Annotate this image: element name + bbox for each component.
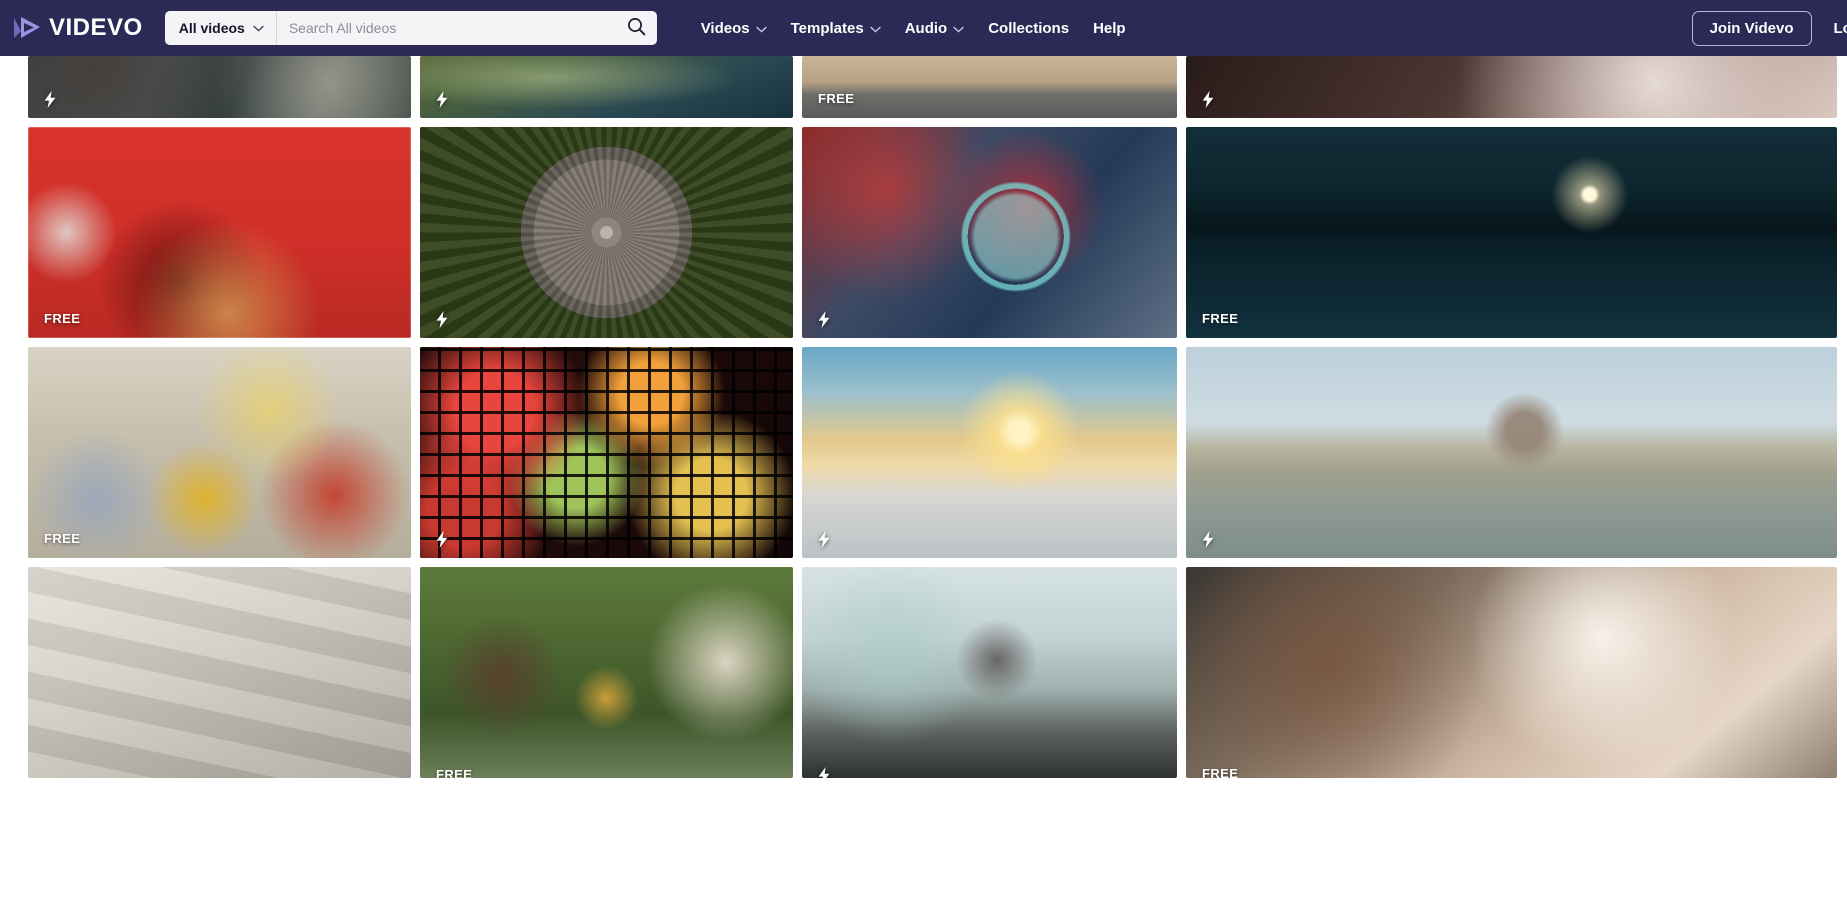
premium-badge	[1202, 531, 1214, 548]
search-input[interactable]	[276, 11, 617, 45]
lightning-bolt-icon	[1202, 531, 1214, 548]
tile-clock-hologram[interactable]	[802, 127, 1177, 338]
grid-row: FREE	[28, 347, 1837, 558]
premium-badge	[1202, 91, 1214, 108]
lightning-bolt-icon	[818, 311, 830, 328]
tile-office-stairs[interactable]	[28, 567, 411, 778]
lightning-bolt-icon	[436, 311, 448, 328]
tile-stadium-aerial[interactable]	[420, 127, 793, 338]
site-header: VIDEVO All videos Videos Tem	[0, 0, 1847, 56]
thumbnail-image	[28, 56, 411, 118]
thumbnail-image	[1186, 127, 1837, 338]
lightning-bolt-icon	[436, 91, 448, 108]
search-category-label: All videos	[178, 20, 245, 36]
premium-badge	[44, 91, 56, 108]
tile-knit-fabric[interactable]	[28, 56, 411, 118]
tile-friends-street[interactable]: FREE	[28, 347, 411, 558]
premium-badge	[436, 91, 448, 108]
chevron-down-icon	[253, 19, 264, 37]
free-badge: FREE	[44, 531, 81, 546]
search-submit-button[interactable]	[617, 11, 657, 45]
thumbnail-image	[420, 56, 793, 118]
thumbnail-image	[802, 567, 1177, 778]
premium-badge	[436, 311, 448, 328]
tile-walking-road[interactable]: FREE	[802, 56, 1177, 118]
thumbnail-image	[802, 347, 1177, 558]
thumbnail-image	[420, 127, 793, 338]
tile-red-abstract[interactable]: FREE	[28, 127, 411, 338]
thumbnail-image	[802, 56, 1177, 118]
video-results-grid: FREE FREE FREE FREE FREE FREE	[0, 56, 1847, 778]
thumbnail-image	[1186, 567, 1837, 778]
grid-row: FREE	[28, 56, 1837, 118]
login-link[interactable]: Log	[1834, 20, 1847, 37]
premium-badge	[436, 531, 448, 548]
nav-item-audio[interactable]: Audio	[905, 20, 965, 37]
main-navigation: Videos Templates Audio Collections Help	[701, 20, 1126, 37]
nav-item-collections[interactable]: Collections	[988, 20, 1069, 37]
tile-friends-park[interactable]: FREE	[420, 567, 793, 778]
play-triangle-icon	[12, 14, 42, 42]
free-badge: FREE	[436, 767, 473, 778]
tile-aerial-river[interactable]	[420, 56, 793, 118]
thumbnail-image	[1186, 56, 1837, 118]
nav-item-templates[interactable]: Templates	[791, 20, 881, 37]
logo-wordmark: VIDEVO	[49, 14, 143, 41]
lightning-bolt-icon	[44, 91, 56, 108]
nav-label-help: Help	[1093, 19, 1126, 37]
premium-badge	[818, 767, 830, 778]
tile-mont-saint-michel[interactable]	[1186, 347, 1837, 558]
thumbnail-image	[802, 127, 1177, 338]
search-bar: All videos	[164, 11, 657, 45]
videvo-logo[interactable]: VIDEVO	[10, 14, 143, 42]
lightning-bolt-icon	[1202, 91, 1214, 108]
tile-sunset-clouds[interactable]	[802, 347, 1177, 558]
chevron-down-icon	[755, 20, 767, 37]
premium-badge	[818, 311, 830, 328]
nav-label-audio: Audio	[904, 19, 948, 37]
thumbnail-image	[1186, 347, 1837, 558]
nav-label-videos: Videos	[700, 19, 750, 37]
grid-row: FREE FREE	[28, 127, 1837, 338]
thumbnail-image	[28, 127, 411, 338]
tile-neck-pain[interactable]: FREE	[1186, 567, 1837, 778]
join-videvo-button[interactable]: Join Videvo	[1691, 10, 1812, 46]
tile-moon-over-sea[interactable]: FREE	[1186, 127, 1837, 338]
free-badge: FREE	[1202, 766, 1239, 778]
free-badge: FREE	[1202, 311, 1239, 326]
chevron-down-icon	[870, 20, 881, 37]
nav-item-videos[interactable]: Videos	[701, 20, 767, 37]
tile-lace-fabric[interactable]	[1186, 56, 1837, 118]
tile-pixel-mosaic[interactable]	[420, 347, 793, 558]
thumbnail-image	[420, 347, 793, 558]
nav-label-templates: Templates	[790, 19, 864, 37]
chevron-down-icon	[953, 20, 964, 37]
grid-row: FREE FREE	[28, 567, 1837, 778]
search-category-dropdown[interactable]: All videos	[164, 11, 277, 45]
lightning-bolt-icon	[436, 531, 448, 548]
header-actions: Join Videvo Log	[1691, 0, 1847, 56]
thumbnail-image	[420, 567, 793, 778]
nav-label-collections: Collections	[988, 19, 1070, 37]
thumbnail-image	[28, 567, 411, 778]
lightning-bolt-icon	[818, 531, 830, 548]
free-badge: FREE	[44, 311, 81, 326]
nav-item-help[interactable]: Help	[1093, 20, 1126, 37]
free-badge: FREE	[818, 91, 855, 106]
premium-badge	[818, 531, 830, 548]
lightning-bolt-icon	[818, 767, 830, 778]
search-icon	[627, 17, 646, 39]
tile-call-center[interactable]	[802, 567, 1177, 778]
thumbnail-image	[28, 347, 411, 558]
